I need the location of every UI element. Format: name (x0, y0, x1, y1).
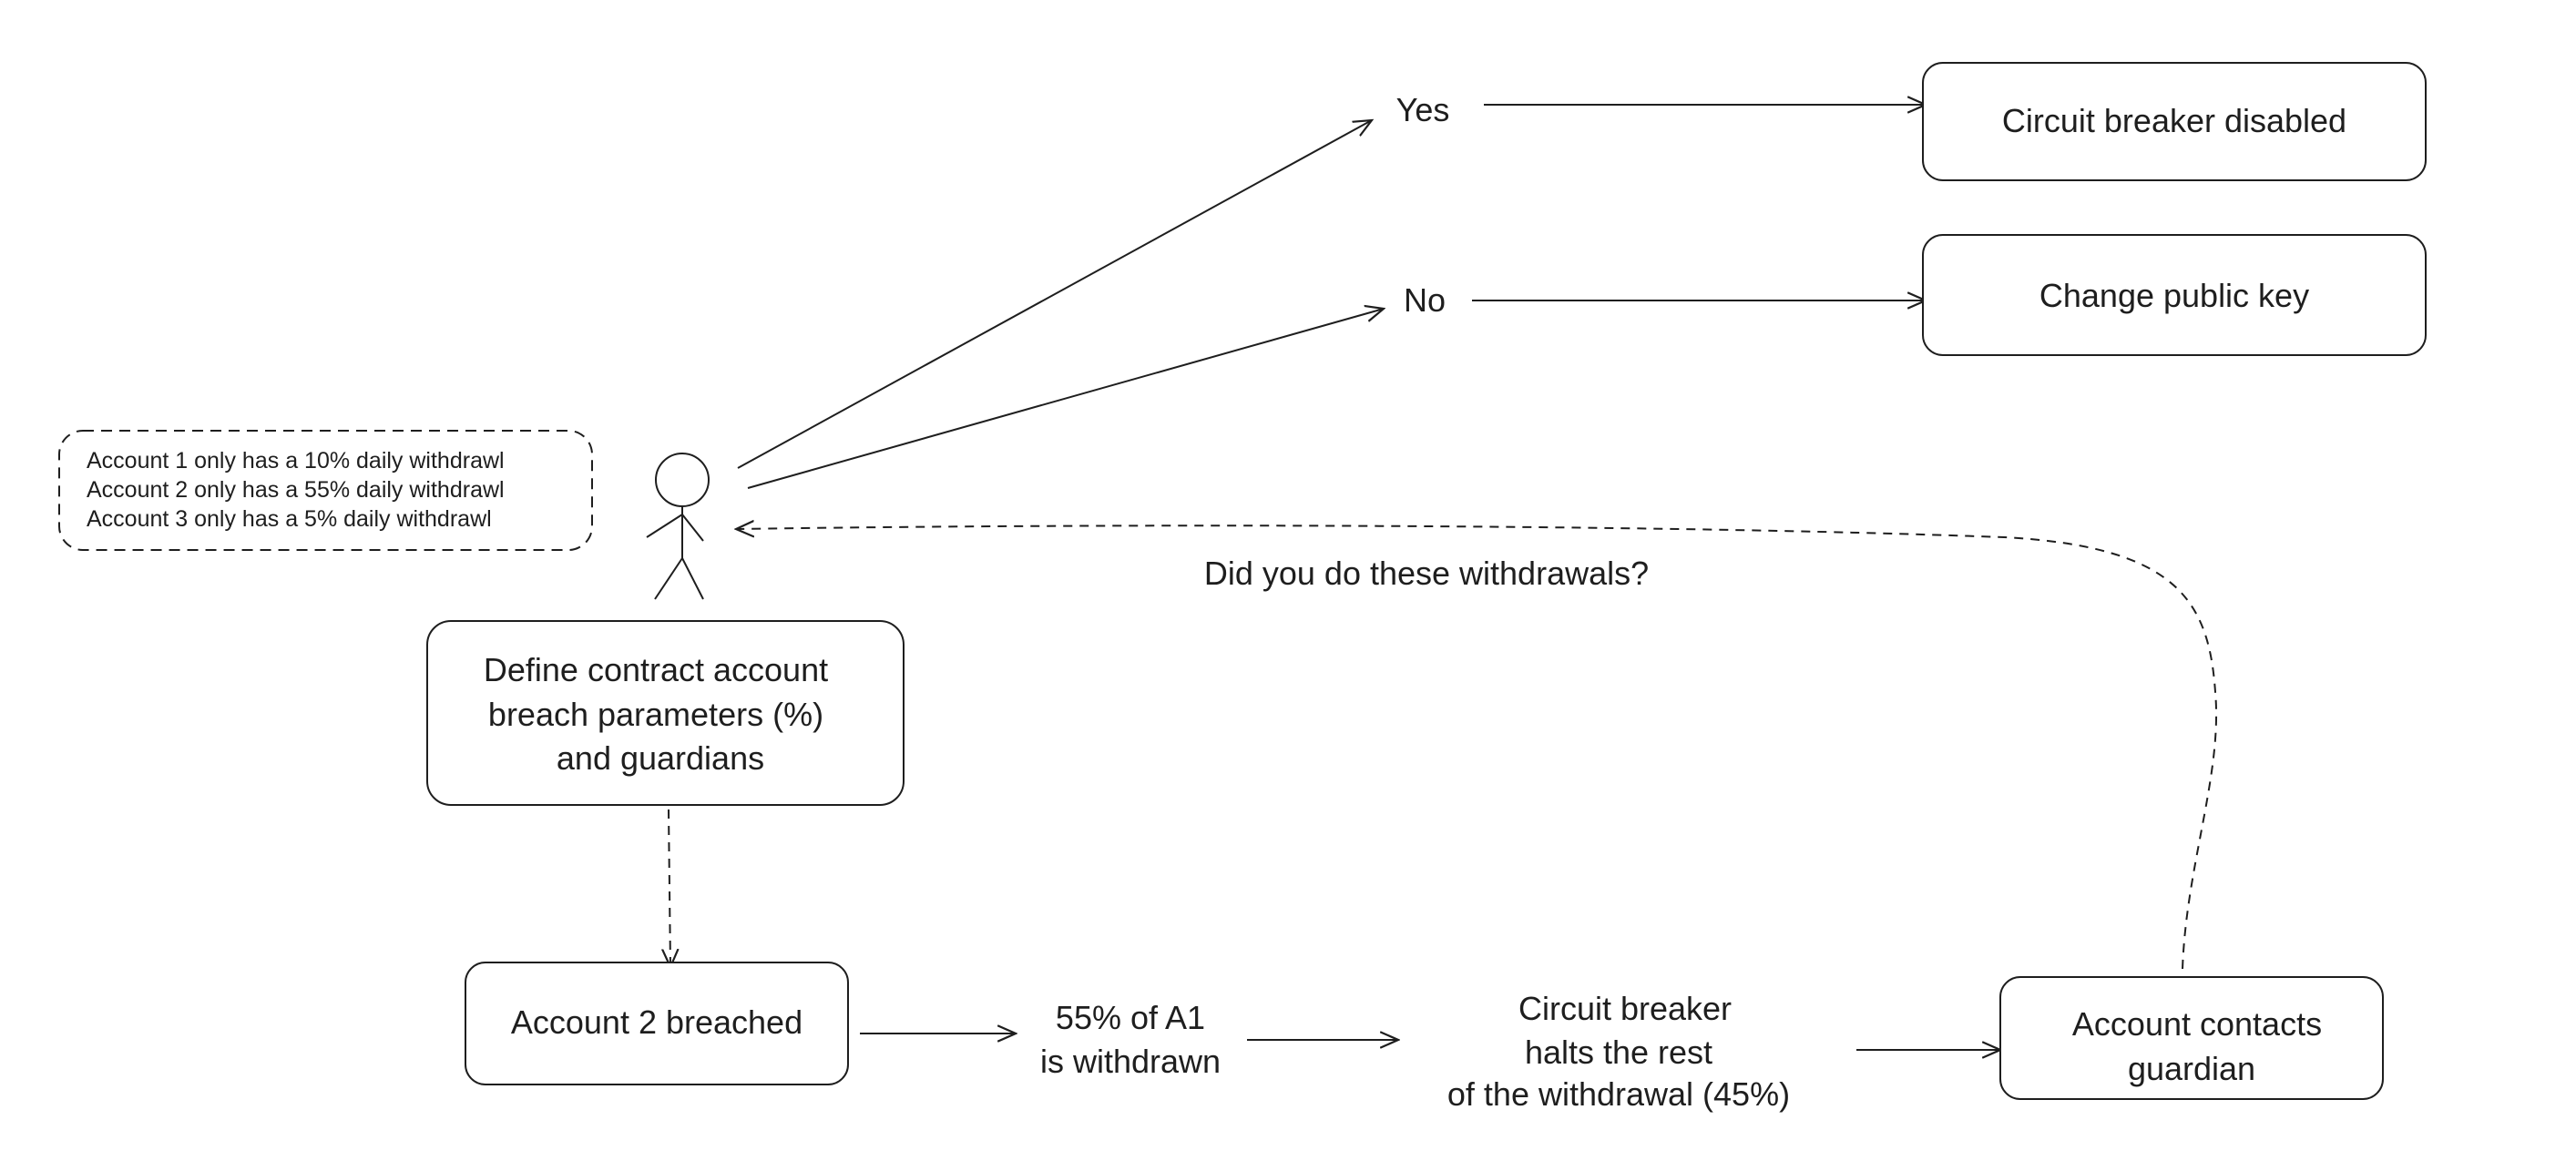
label-question: Did you do these withdrawals? (1204, 555, 1649, 592)
box-change-public-key: Change public key (1922, 234, 2427, 356)
flow-diagram: Yes No Circuit breaker disabled Change p… (58, 62, 2427, 1113)
note-withdraw-limits: Account 1 only has a 10% daily withdrawl… (58, 430, 593, 551)
svg-text:Circuit breaker disabled: Circuit breaker disabled (2002, 102, 2346, 139)
arrow-to-yes (737, 120, 1372, 469)
svg-text:of the withdrawal (45%): of the withdrawal (45%) (1447, 1075, 1790, 1113)
arrow-define-to-breached (669, 809, 670, 967)
actor-icon (646, 453, 710, 600)
svg-text:Account 1 only has a 10% daily: Account 1 only has a 10% daily withdrawl (87, 448, 505, 473)
box-define-parameters: Define contract account breach parameter… (426, 620, 905, 806)
svg-text:Account 2 only has a 55% daily: Account 2 only has a 55% daily withdrawl (87, 477, 505, 503)
arrow-guardian-question (736, 525, 2218, 970)
box-account-breached: Account 2 breached (465, 962, 849, 1085)
svg-text:Change public key: Change public key (2039, 277, 2309, 314)
label-yes: Yes (1396, 91, 1450, 128)
svg-text:and guardians: and guardians (557, 739, 764, 777)
svg-text:halts the rest: halts the rest (1525, 1034, 1712, 1071)
svg-text:guardian: guardian (2128, 1050, 2255, 1087)
svg-text:Define contract account: Define contract account (484, 651, 828, 688)
arrow-to-no (747, 309, 1384, 489)
svg-text:is withdrawn: is withdrawn (1040, 1043, 1221, 1080)
label-circuit-halts: Circuit breaker halts the rest of the wi… (1447, 990, 1790, 1113)
svg-text:Circuit breaker: Circuit breaker (1518, 990, 1732, 1027)
svg-text:55% of A1: 55% of A1 (1056, 999, 1205, 1036)
svg-text:Account 3 only has a 5% daily: Account 3 only has a 5% daily withdrawl (87, 506, 492, 532)
label-no: No (1404, 281, 1446, 319)
svg-text:breach parameters (%): breach parameters (%) (488, 696, 823, 733)
svg-text:Account 2 breached: Account 2 breached (511, 1003, 802, 1041)
label-withdrawn: 55% of A1 is withdrawn (1040, 999, 1221, 1080)
svg-text:Account contacts: Account contacts (2072, 1005, 2322, 1043)
box-circuit-disabled: Circuit breaker disabled (1922, 62, 2427, 181)
box-account-contacts-guardian: Account contacts guardian (1999, 976, 2384, 1100)
